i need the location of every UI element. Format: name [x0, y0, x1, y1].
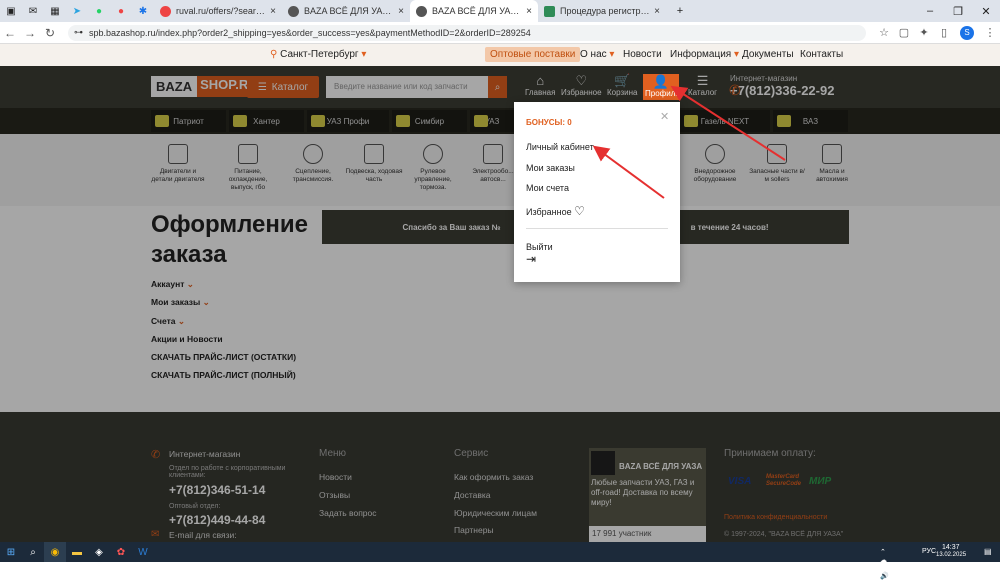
pinned-tab[interactable]: ●	[110, 0, 132, 22]
menu-my-orders[interactable]: Мои заказы	[526, 163, 575, 173]
pinned-tab[interactable]: ✱	[132, 0, 154, 22]
puzzle-icon[interactable]: ✦	[914, 26, 934, 39]
browser-tab-bar: ▣ ✉ ▦ ➤ ● ● ✱ ruval.ru/offers/?search_se…	[0, 0, 1000, 22]
chevron-down-icon: ▾	[609, 49, 615, 60]
city-selector[interactable]: ⚲ Санкт-Петербург ▾	[270, 49, 366, 60]
nav-news[interactable]: Новости	[623, 49, 662, 60]
star-icon[interactable]: ☆	[874, 26, 894, 39]
menu-logout[interactable]: Выйти	[526, 242, 553, 252]
nav-info[interactable]: Информация ▾	[670, 49, 739, 60]
menu-my-invoices[interactable]: Мои счета	[526, 183, 569, 193]
close-icon[interactable]: ×	[398, 6, 404, 17]
pinned-tab[interactable]: ▣	[0, 0, 22, 22]
favicon-icon	[544, 5, 555, 17]
app-taskbar[interactable]: ◈	[88, 542, 110, 562]
reload-icon[interactable]: ↻	[40, 26, 60, 40]
forward-icon[interactable]: →	[20, 26, 40, 40]
close-icon[interactable]: ×	[526, 6, 532, 17]
search-icon: ⌕	[30, 546, 36, 558]
heart-icon: ♡	[574, 204, 585, 218]
tray-icons[interactable]: ⌃ ☁ ⌨ 🔊	[880, 548, 890, 580]
explorer-taskbar[interactable]: ▬	[66, 542, 88, 562]
pinned-tab[interactable]: ●	[88, 0, 110, 22]
wholesale-link[interactable]: Оптовые поставки	[485, 47, 581, 62]
whatsapp-icon: ●	[95, 5, 103, 17]
app-icon: ●	[117, 5, 125, 17]
clock-time[interactable]: 14:37	[942, 544, 960, 551]
favicon-icon	[160, 5, 171, 17]
favicon-icon	[416, 5, 427, 17]
chrome-icon: ◉	[50, 546, 60, 558]
spark-icon: ✱	[138, 5, 148, 17]
search-button-taskbar[interactable]: ⌕	[22, 542, 44, 562]
chevron-down-icon: ▾	[734, 49, 740, 60]
new-tab-button[interactable]: +	[666, 5, 694, 17]
url-field[interactable]: ⊶ spb.bazashop.ru/index.php?order2_shippi…	[68, 24, 866, 41]
menu-icon[interactable]: ⋮	[980, 26, 1000, 39]
profile-button-content: 👤 Профиль	[645, 74, 680, 99]
dropdown-divider	[526, 228, 668, 229]
os-taskbar: ⊞ ⌕ ◉ ▬ ◈ ✿ W	[0, 542, 1000, 562]
nav-documents[interactable]: Документы	[742, 49, 794, 60]
sidepanel-icon[interactable]: ▯	[934, 26, 954, 39]
pinned-tab[interactable]: ➤	[66, 0, 88, 22]
maximize-button[interactable]: ❐	[944, 5, 972, 18]
menu-personal-account[interactable]: Личный кабинет	[526, 142, 594, 152]
nav-contacts[interactable]: Контакты	[800, 49, 843, 60]
window-icon: ▣	[6, 5, 16, 17]
nav-about[interactable]: О нас ▾	[580, 49, 614, 60]
profile-avatar[interactable]: S	[960, 25, 974, 40]
pinned-tab[interactable]: ▦	[44, 0, 66, 22]
close-window-button[interactable]: ✕	[972, 5, 1000, 18]
notification-icon[interactable]: ▤	[984, 547, 992, 556]
chrome-taskbar[interactable]: ◉	[44, 542, 66, 562]
location-pin-icon: ⚲	[270, 49, 278, 60]
word-icon: W	[138, 546, 148, 558]
app-icon: ◈	[95, 546, 103, 558]
user-icon: 👤	[652, 74, 670, 89]
favicon-icon	[288, 5, 299, 17]
start-button[interactable]: ⊞	[0, 542, 22, 562]
logout-icon[interactable]: ⇥	[526, 252, 536, 266]
input-language[interactable]: РУС	[922, 548, 936, 555]
mail-icon: ✉	[28, 5, 38, 17]
extension-icon[interactable]: ▢	[894, 26, 914, 39]
minimize-button[interactable]: –	[916, 5, 944, 17]
modal-overlay[interactable]	[0, 66, 1000, 542]
app2-taskbar[interactable]: ✿	[110, 542, 132, 562]
bonus-balance: БОНУСЫ: 0	[526, 118, 572, 127]
site-info-icon[interactable]: ⊶	[74, 27, 83, 38]
profile-button[interactable]: 👤 Профиль	[643, 74, 680, 100]
clock-date[interactable]: 13.02.2025	[936, 552, 966, 558]
folder-icon: ▬	[72, 546, 82, 558]
tab-registration[interactable]: Процедура регистрации на са...×	[538, 0, 666, 22]
telegram-icon: ➤	[72, 5, 82, 17]
pinned-tab[interactable]: ✉	[22, 0, 44, 22]
windows-icon: ⊞	[6, 546, 16, 558]
close-icon[interactable]: ×	[654, 6, 660, 17]
calendar-icon: ▦	[50, 5, 60, 17]
tab-baza-active[interactable]: BAZA ВСЁ ДЛЯ УАЗА - Интер...×	[410, 0, 538, 22]
back-icon[interactable]: ←	[0, 26, 20, 40]
site-top-nav: ⚲ Санкт-Петербург ▾ Оптовые поставки О н…	[0, 44, 1000, 66]
tab-ruval[interactable]: ruval.ru/offers/?search_search=...×	[154, 0, 282, 22]
word-taskbar[interactable]: W	[132, 542, 154, 562]
tab-baza-1[interactable]: BAZA ВСЁ ДЛЯ УАЗА - Интер...×	[282, 0, 410, 22]
chevron-down-icon: ▾	[361, 49, 367, 60]
menu-favorites[interactable]: Избранное ♡	[526, 204, 585, 218]
close-icon[interactable]: ×	[270, 6, 276, 17]
address-bar-row: ← → ↻ ⊶ spb.bazashop.ru/index.php?order2_…	[0, 22, 1000, 44]
app-icon: ✿	[116, 546, 126, 558]
close-icon[interactable]: ✕	[660, 110, 669, 123]
